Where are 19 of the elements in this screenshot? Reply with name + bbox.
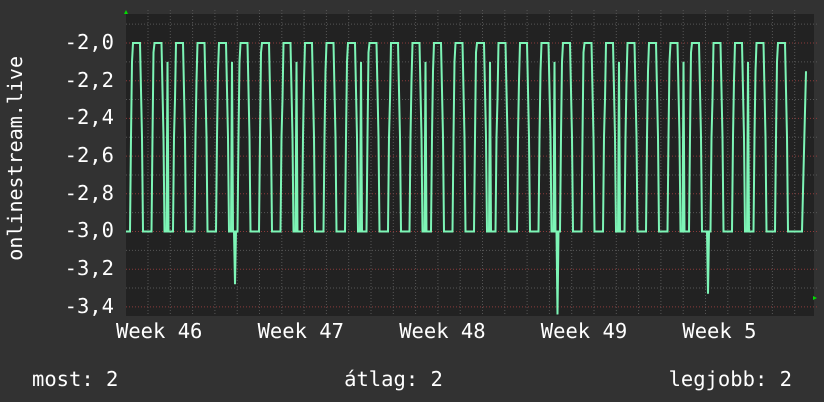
y-tick-label: -3,4 — [64, 292, 114, 320]
summary-stat: legjobb: 2 — [668, 366, 792, 393]
y-tick-label: -2,8 — [64, 180, 114, 207]
x-tick-label: Week 49 — [540, 319, 628, 343]
y-tick-label: -2,4 — [64, 104, 114, 132]
y-tick-label: -3,2 — [64, 255, 114, 282]
x-tick-label: Week 46 — [116, 319, 202, 343]
y-tick-label: -2,6 — [64, 142, 114, 170]
summary-stat: most: 2 — [32, 366, 118, 393]
x-tick-label: Week 5 — [682, 319, 756, 343]
y-axis-title: onlinestream.live — [2, 56, 28, 260]
axis-arrow-icon — [813, 296, 817, 300]
summary-stat: átlag: 2 — [344, 366, 443, 393]
axis-arrow-icon — [124, 10, 128, 14]
y-tick-label: -3,0 — [64, 217, 114, 244]
x-tick-label: Week 47 — [258, 319, 344, 343]
x-tick-label: Week 48 — [399, 319, 486, 343]
y-tick-label: -2,2 — [64, 66, 114, 94]
y-tick-label: -2,0 — [64, 29, 114, 56]
